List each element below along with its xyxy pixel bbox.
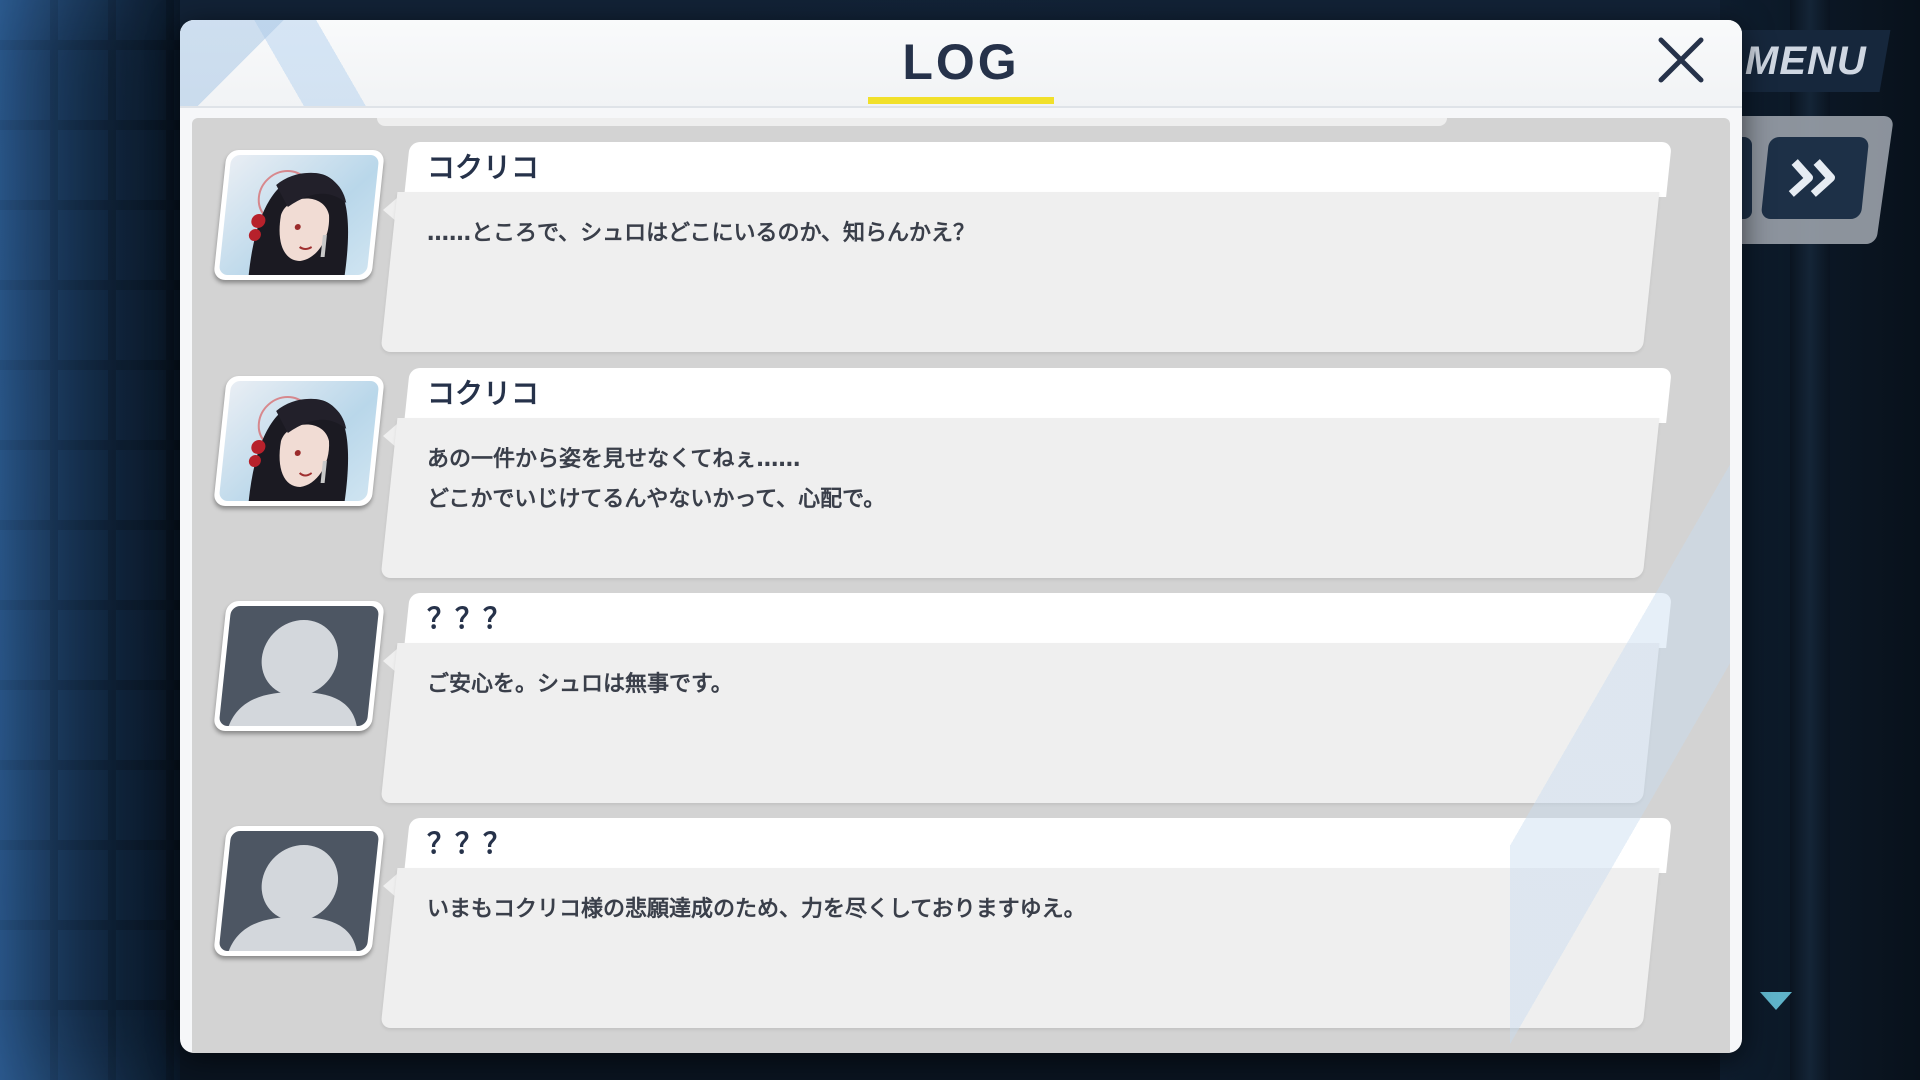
message-line: いまもコクリコ様の悲願達成のため、力を尽くしておりますゆえ。 [427, 897, 1086, 922]
message-line: ご安心を。シュロは無事です。 [427, 672, 733, 697]
background-shoji-window [0, 0, 180, 1080]
speaker-name: ？？？ [427, 827, 512, 860]
close-button[interactable] [1653, 32, 1709, 88]
character-portrait-icon [248, 396, 349, 501]
log-dialog: LOG コクリコ ……ところで、シュロはどこにいるのか、知らんかえ？ コクリコ … [180, 20, 1742, 1053]
skip-button[interactable] [1760, 137, 1870, 219]
character-portrait-icon [248, 170, 349, 275]
message-bubble: ？？？ いまもコクリコ様の悲願達成のため、力を尽くしておりますゆえ。 [379, 818, 1682, 1028]
speaker-portrait [213, 150, 385, 280]
message-line: あの一件から姿を見せなくてねぇ…… [427, 447, 801, 472]
log-list[interactable]: コクリコ ……ところで、シュロはどこにいるのか、知らんかえ？ コクリコ あの一件… [192, 118, 1730, 1053]
unknown-person-icon [228, 620, 357, 726]
double-chevron-right-icon [1788, 159, 1836, 197]
log-entry: ？？？ ご安心を。シュロは無事です。 [192, 593, 1730, 808]
speaker-name: コクリコ [427, 151, 540, 184]
log-entry: ？？？ いまもコクリコ様の悲願達成のため、力を尽くしておりますゆえ。 [192, 818, 1730, 1033]
speaker-portrait [213, 826, 385, 956]
speaker-name: コクリコ [427, 377, 540, 410]
scroll-down-icon[interactable] [1760, 992, 1792, 1010]
unknown-person-icon [228, 845, 357, 951]
previous-entry-edge [377, 118, 1447, 126]
speaker-portrait [213, 601, 385, 731]
log-entry: コクリコ あの一件から姿を見せなくてねぇ…… どこかでいじけてるんやないかって、… [192, 368, 1730, 583]
message-bubble: ？？？ ご安心を。シュロは無事です。 [379, 593, 1682, 803]
dialog-header: LOG [180, 20, 1742, 108]
close-icon [1658, 37, 1704, 83]
message-bubble: コクリコ あの一件から姿を見せなくてねぇ…… どこかでいじけてるんやないかって、… [379, 368, 1682, 578]
dialog-title: LOG [902, 34, 1020, 90]
message-line: ……ところで、シュロはどこにいるのか、知らんかえ？ [427, 221, 976, 246]
title-underline [868, 97, 1054, 104]
menu-label[interactable]: MENU [1745, 36, 1875, 86]
speaker-portrait [213, 376, 385, 506]
message-bubble: コクリコ ……ところで、シュロはどこにいるのか、知らんかえ？ [379, 142, 1682, 352]
log-entry: コクリコ ……ところで、シュロはどこにいるのか、知らんかえ？ [192, 142, 1730, 357]
speaker-name: ？？？ [427, 602, 512, 635]
message-line: どこかでいじけてるんやないかって、心配で。 [427, 487, 886, 512]
